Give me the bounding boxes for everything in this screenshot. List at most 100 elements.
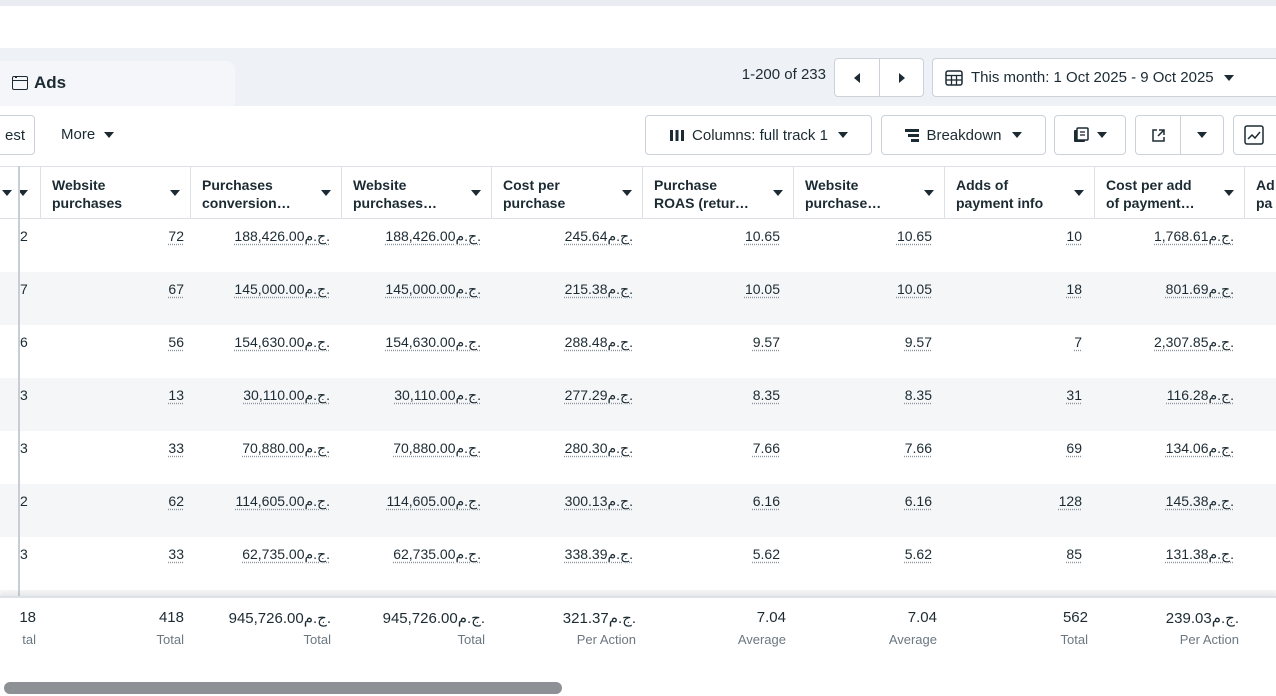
total-label: Average	[738, 632, 786, 647]
table-cell[interactable]: 2,307.85ج.م.	[1154, 334, 1234, 351]
table-cell[interactable]: 801.69ج.م.	[1166, 281, 1234, 298]
reports-button[interactable]	[1054, 115, 1126, 155]
table-row[interactable]: 2 72 188,426.00ج.م. 188,426.00ج.م. 245.64ج.م…	[0, 219, 1276, 272]
table-cell[interactable]: 5.62	[753, 546, 780, 562]
table-cell[interactable]: 8.35	[753, 387, 780, 403]
table-cell[interactable]: 85	[1066, 546, 1082, 562]
breakdown-icon	[905, 129, 919, 142]
table-cell[interactable]: 10.05	[897, 281, 932, 297]
table-cell[interactable]: 154,630.00ج.م.	[234, 334, 330, 351]
export-dropdown-button[interactable]	[1180, 115, 1224, 155]
table-cell[interactable]: 10.05	[745, 281, 780, 297]
column-header-partial[interactable]: Ad pa	[1244, 167, 1276, 219]
date-range-picker[interactable]: This month: 1 Oct 2025 - 9 Oct 2025	[932, 58, 1276, 97]
table-cell[interactable]: 13	[168, 387, 184, 403]
more-button[interactable]: More	[61, 126, 114, 143]
table-cell[interactable]: 338.39ج.م.	[565, 546, 633, 563]
table-cell[interactable]: 145.38ج.م.	[1166, 493, 1234, 510]
table-row[interactable]: 2 62 114,605.00ج.م. 114,605.00ج.م. 300.13ج.م…	[0, 484, 1276, 537]
tab-ads[interactable]: Ads	[0, 61, 235, 106]
table-cell[interactable]: 62,735.00ج.م.	[242, 546, 330, 563]
table-cell[interactable]: 114,605.00ج.م.	[235, 493, 330, 510]
table-cell[interactable]: 70,880.00ج.م.	[242, 440, 330, 457]
table-cell-prev: 3	[20, 387, 28, 403]
table-cell[interactable]: 245.64ج.م.	[565, 228, 633, 245]
column-header-website-purchase-roas[interactable]: Website purchase…	[793, 167, 944, 219]
table-cell[interactable]: 145,000.00ج.م.	[385, 281, 481, 298]
columns-button[interactable]: Columns: full track 1	[645, 115, 872, 155]
table-cell[interactable]: 8.35	[905, 387, 932, 403]
table-cell[interactable]: 56	[168, 334, 184, 350]
table-cell[interactable]: 7.66	[753, 440, 780, 456]
table-cell[interactable]: 33	[168, 440, 184, 456]
breakdown-button[interactable]: Breakdown	[881, 115, 1046, 155]
table-cell[interactable]: 30,110.00ج.م.	[243, 387, 330, 404]
table-cell[interactable]: 6.16	[905, 493, 932, 509]
table-cell[interactable]: 145,000.00ج.م.	[234, 281, 330, 298]
table-cell[interactable]: 7.66	[905, 440, 932, 456]
table-cell[interactable]: 128	[1059, 493, 1082, 509]
table-cell[interactable]: 6.16	[753, 493, 780, 509]
table-cell[interactable]: 134.06ج.م.	[1166, 440, 1234, 457]
table-cell[interactable]: 300.13ج.م.	[565, 493, 633, 510]
table-cell[interactable]: 10	[1066, 228, 1082, 244]
ab-test-label: est	[5, 127, 25, 144]
column-title: Website purchases…	[353, 176, 437, 212]
table-cell[interactable]: 69	[1066, 440, 1082, 456]
column-header-purchase-roas[interactable]: Purchase ROAS (retur…	[642, 167, 793, 219]
table-cell[interactable]: 30,110.00ج.م.	[394, 387, 481, 404]
column-header-adds-of-payment-info[interactable]: Adds of payment info	[944, 167, 1094, 219]
table-cell[interactable]: 188,426.00ج.م.	[234, 228, 330, 245]
table-cell[interactable]: 18	[1066, 281, 1082, 297]
sort-caret-icon	[1224, 190, 1234, 196]
table-cell[interactable]: 31	[1066, 387, 1082, 403]
chevron-down-icon	[838, 132, 848, 138]
table-cell[interactable]: 116.28ج.م.	[1167, 387, 1234, 404]
table-cell[interactable]: 9.57	[753, 334, 780, 350]
table-cell[interactable]: 1,768.61ج.م.	[1154, 228, 1234, 245]
column-header-website-purchases[interactable]: Website purchases	[40, 167, 190, 219]
column-header-website-purchases-value[interactable]: Website purchases…	[341, 167, 491, 219]
table-cell[interactable]: 72	[168, 228, 184, 244]
table-cell[interactable]: 62,735.00ج.م.	[393, 546, 481, 563]
table-cell[interactable]: 67	[168, 281, 184, 297]
table-cell[interactable]: 9.57	[905, 334, 932, 350]
table-cell[interactable]: 288.48ج.م.	[565, 334, 633, 351]
column-header-cost-per-purchase[interactable]: Cost per purchase	[491, 167, 642, 219]
column-title: Website purchases	[52, 176, 122, 212]
column-header-purchases-conversion[interactable]: Purchases conversion…	[190, 167, 341, 219]
previous-page-button[interactable]	[834, 58, 880, 97]
table-row[interactable]: 3 33 62,735.00ج.م. 62,735.00ج.م. 338.39ج.م. 5…	[0, 537, 1276, 590]
table-row[interactable]: 7 67 145,000.00ج.م. 145,000.00ج.م. 215.38ج.م…	[0, 272, 1276, 325]
horizontal-scrollbar[interactable]	[4, 682, 562, 694]
table-row[interactable]: 6 56 154,630.00ج.م. 154,630.00ج.م. 288.48ج.م…	[0, 325, 1276, 378]
charts-button[interactable]	[1233, 115, 1276, 155]
table-cell[interactable]: 188,426.00ج.م.	[385, 228, 481, 245]
calendar-icon	[945, 70, 963, 86]
table-cell[interactable]: 131.38ج.م.	[1166, 546, 1234, 563]
table-cell[interactable]: 280.30ج.م.	[565, 440, 633, 457]
table-cell[interactable]: 70,880.00ج.م.	[393, 440, 481, 457]
table-cell[interactable]: 62	[168, 493, 184, 509]
table-cell[interactable]: 215.38ج.م.	[565, 281, 633, 298]
table-cell[interactable]: 154,630.00ج.م.	[385, 334, 481, 351]
table-cell[interactable]: 7	[1074, 334, 1082, 350]
table-cell[interactable]: 33	[168, 546, 184, 562]
totals-row: 18 tal 418 Total 945,726.00ج.م. Total 945,72…	[0, 596, 1276, 682]
table-row[interactable]: 3 13 30,110.00ج.م. 30,110.00ج.م. 277.29ج.م. 8…	[0, 378, 1276, 431]
table-cell[interactable]: 10.65	[897, 228, 932, 244]
chevron-down-icon	[2, 190, 12, 196]
ab-test-button[interactable]: est	[0, 115, 35, 155]
chevron-down-icon	[1012, 132, 1022, 138]
table-cell[interactable]: 114,605.00ج.م.	[386, 493, 481, 510]
table-cell[interactable]: 10.65	[745, 228, 780, 244]
column-header-cost-per-add-payment[interactable]: Cost per add of payment…	[1094, 167, 1244, 219]
table-row[interactable]: 3 33 70,880.00ج.م. 70,880.00ج.م. 280.30ج.م. 7…	[0, 431, 1276, 484]
column-header-prev[interactable]	[0, 167, 40, 219]
export-button[interactable]	[1135, 115, 1181, 155]
next-page-button[interactable]	[879, 58, 924, 97]
total-value: 945,726.00ج.م.	[229, 609, 331, 627]
total-label: Total	[304, 632, 331, 647]
table-cell[interactable]: 277.29ج.م.	[565, 387, 633, 404]
table-cell[interactable]: 5.62	[905, 546, 932, 562]
